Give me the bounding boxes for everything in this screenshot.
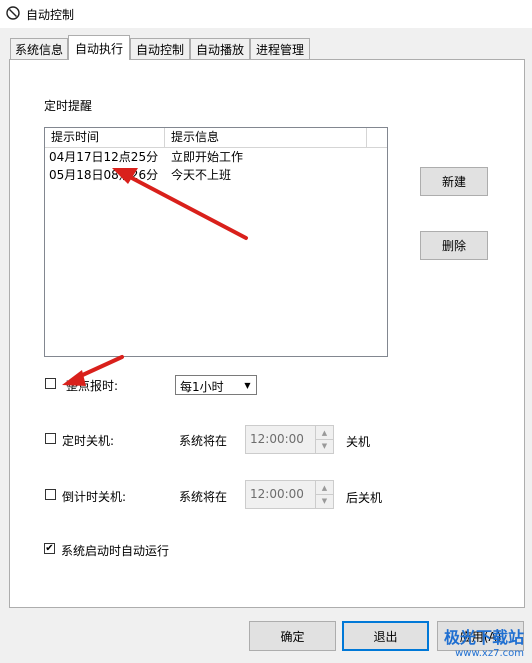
scheduled-shutdown-time-input: 12:00:00 ▲ ▼ bbox=[245, 425, 334, 454]
spin-up-icon: ▲ bbox=[316, 481, 333, 495]
reminder-time: 04月17日12点25分 bbox=[49, 150, 159, 164]
reminder-time: 05月18日08点26分 bbox=[49, 168, 159, 182]
watermark-url: www.xz7.com bbox=[455, 648, 524, 659]
tab-auto-control[interactable]: 自动控制 bbox=[130, 38, 190, 59]
hourly-chime-label: 整点报时: bbox=[66, 379, 119, 393]
reminder-message: 今天不上班 bbox=[171, 168, 232, 182]
watermark-title: 极光下载站 bbox=[443, 628, 524, 647]
countdown-shutdown-time-input: 12:00:00 ▲ ▼ bbox=[245, 480, 334, 509]
column-header-message[interactable]: 提示信息 bbox=[165, 128, 367, 147]
scheduled-shutdown-time: 12:00:00 bbox=[250, 432, 304, 446]
reminder-message: 立即开始工作 bbox=[171, 150, 244, 164]
delete-button[interactable]: 删除 bbox=[420, 231, 488, 260]
countdown-shutdown-suffix: 后关机 bbox=[346, 491, 383, 505]
time-spinner: ▲ ▼ bbox=[315, 426, 333, 453]
time-spinner: ▲ ▼ bbox=[315, 481, 333, 508]
column-header-time[interactable]: 提示时间 bbox=[45, 128, 165, 147]
spin-up-icon: ▲ bbox=[316, 426, 333, 440]
ok-button[interactable]: 确定 bbox=[249, 621, 336, 651]
scheduled-shutdown-checkbox[interactable] bbox=[45, 433, 56, 444]
countdown-shutdown-label: 倒计时关机: bbox=[62, 490, 127, 504]
autorun-checkbox[interactable]: ✔ bbox=[44, 543, 55, 554]
exit-button[interactable]: 退出 bbox=[342, 621, 429, 651]
new-button[interactable]: 新建 bbox=[420, 167, 488, 196]
spin-down-icon: ▼ bbox=[321, 441, 328, 450]
countdown-shutdown-time: 12:00:00 bbox=[250, 487, 304, 501]
title-bar: 自动控制 bbox=[0, 0, 532, 28]
watermark: 极光下载站 www.xz7.com bbox=[444, 624, 524, 659]
scheduled-shutdown-label: 定时关机: bbox=[62, 434, 115, 448]
reminder-list[interactable]: 提示时间 提示信息 04月17日12点25分 立即开始工作 05月18日08点2… bbox=[44, 127, 388, 357]
app-clock-icon bbox=[6, 6, 20, 20]
scheduled-shutdown-suffix: 关机 bbox=[346, 435, 371, 449]
countdown-shutdown-checkbox[interactable] bbox=[45, 489, 56, 500]
hourly-chime-checkbox[interactable] bbox=[45, 378, 56, 389]
tab-auto-play[interactable]: 自动播放 bbox=[190, 38, 250, 59]
spin-down-icon: ▼ bbox=[321, 496, 328, 505]
hourly-interval-select[interactable]: 每1小时 ▼ bbox=[175, 375, 257, 395]
reminder-group-label: 定时提醒 bbox=[44, 99, 93, 113]
tab-system-info[interactable]: 系统信息 bbox=[10, 38, 68, 59]
tab-process-manager[interactable]: 进程管理 bbox=[250, 38, 310, 59]
tab-auto-execute[interactable]: 自动执行 bbox=[68, 35, 130, 60]
chevron-down-icon[interactable]: ▼ bbox=[239, 376, 256, 394]
window-title: 自动控制 bbox=[26, 8, 75, 22]
scheduled-shutdown-prefix: 系统将在 bbox=[179, 434, 228, 448]
countdown-shutdown-prefix: 系统将在 bbox=[179, 490, 228, 504]
hourly-interval-value: 每1小时 bbox=[180, 380, 224, 394]
autorun-label: 系统启动时自动运行 bbox=[61, 544, 170, 558]
reminder-list-header: 提示时间 提示信息 bbox=[45, 128, 387, 148]
